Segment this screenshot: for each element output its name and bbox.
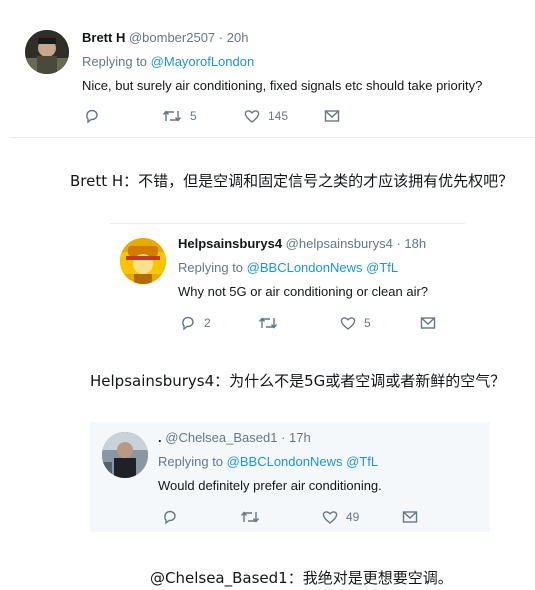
divider	[10, 137, 535, 138]
avatar[interactable]	[102, 432, 148, 478]
tweet-text: Why not 5G or air conditioning or clean …	[178, 284, 429, 299]
avatar-photo	[102, 432, 148, 478]
translation-caption: Helpsainsburys4：为什么不是5G或者空调或者新鲜的空气？	[90, 372, 506, 390]
timestamp[interactable]: · 18h	[396, 236, 426, 251]
timestamp[interactable]: · 20h	[219, 30, 249, 45]
message-button[interactable]	[402, 509, 418, 525]
translation-caption: @Chelsea_Based1：我绝对是更想要空调。	[150, 569, 453, 587]
heart-icon	[244, 110, 260, 123]
author-name[interactable]: Brett H	[82, 30, 125, 45]
heart-icon	[340, 317, 356, 330]
tweet-text: Would definitely prefer air conditioning…	[158, 478, 382, 493]
replying-label: Replying to	[82, 54, 148, 69]
reply-icon	[86, 109, 98, 124]
author-name[interactable]: .	[158, 430, 162, 445]
translation-caption: Brett H：不错，但是空调和固定信号之类的才应该拥有优先权吧？	[70, 172, 514, 190]
tweet-text: Nice, but surely air conditioning, fixed…	[82, 78, 483, 93]
reply-mention-link[interactable]: @TfL	[366, 260, 398, 275]
avatar-photo	[120, 238, 166, 284]
retweet-count: 5	[190, 109, 197, 123]
author-handle[interactable]: @bomber2507	[129, 30, 215, 45]
retweet-button[interactable]	[258, 315, 286, 331]
reply-mention-link[interactable]: @MayorofLondon	[151, 54, 255, 69]
replying-label: Replying to	[158, 454, 224, 469]
reply-icon	[182, 316, 194, 331]
like-button[interactable]: 5	[340, 315, 371, 331]
replying-label: Replying to	[178, 260, 244, 275]
reply-button[interactable]	[84, 108, 108, 124]
retweet-icon	[240, 511, 260, 523]
tweet-actions: 49	[162, 509, 422, 527]
tweet-chelsea-based1: . @Chelsea_Based1 · 17h Replying to @BBC…	[90, 422, 490, 532]
retweet-button[interactable]: 5	[162, 108, 197, 124]
reply-mention-link[interactable]: @BBCLondonNews	[227, 454, 343, 469]
author-name[interactable]: Helpsainsburys4	[178, 236, 282, 251]
retweet-icon	[258, 317, 278, 329]
envelope-icon	[402, 511, 418, 523]
author-handle[interactable]: @helpsainsburys4	[286, 236, 393, 251]
avatar[interactable]	[25, 30, 69, 74]
retweet-icon	[162, 110, 182, 122]
heart-icon	[322, 511, 338, 524]
tweet-actions: 2 5	[180, 315, 440, 333]
reply-count: 2	[204, 316, 211, 330]
timestamp[interactable]: · 17h	[281, 430, 311, 445]
envelope-icon	[324, 110, 340, 122]
like-button[interactable]: 49	[322, 509, 359, 525]
message-button[interactable]	[420, 315, 436, 331]
author-handle[interactable]: @Chelsea_Based1	[165, 430, 277, 445]
like-button[interactable]: 145	[244, 108, 288, 124]
like-count: 145	[268, 109, 289, 123]
tweet-helpsainsburys4: Helpsainsburys4 @helpsainsburys4 · 18h R…	[110, 224, 465, 340]
reply-mention-link[interactable]: @BBCLondonNews	[247, 260, 363, 275]
reply-mention-link[interactable]: @TfL	[346, 454, 378, 469]
tweet-brett-h: Brett H @bomber2507 · 20h Replying to @M…	[0, 0, 535, 140]
reply-button[interactable]: 2	[180, 315, 211, 331]
avatar-photo	[25, 30, 69, 74]
reply-button[interactable]	[162, 509, 186, 525]
envelope-icon	[420, 317, 436, 329]
like-count: 49	[346, 510, 360, 524]
tweet-actions: 5 145	[84, 108, 344, 126]
like-count: 5	[364, 316, 371, 330]
message-button[interactable]	[324, 108, 340, 124]
reply-icon	[164, 510, 176, 525]
retweet-button[interactable]	[240, 509, 268, 525]
avatar[interactable]	[120, 238, 166, 284]
